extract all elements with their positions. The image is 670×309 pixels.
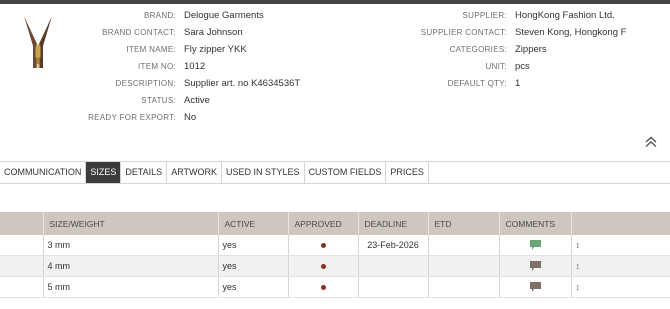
comment-bubble-icon[interactable] xyxy=(529,282,541,293)
approved-dot-icon xyxy=(320,263,326,269)
chevron-double-up-icon[interactable] xyxy=(644,135,658,149)
sort-arrows-icon[interactable]: ↕ xyxy=(576,282,581,292)
column-header-actions xyxy=(571,212,670,235)
sizes-table: SIZE/WEIGHT ACTIVE APPROVED DEADLINE ETD… xyxy=(0,212,670,298)
field-label: BRAND CONTACT: xyxy=(102,28,176,37)
table-row[interactable]: 3 mm yes 23-Feb-2026 ↕ xyxy=(0,235,670,256)
approved-cell xyxy=(288,276,359,298)
zipper-thumbnail xyxy=(24,16,52,68)
column-header-deadline[interactable]: DEADLINE xyxy=(358,212,429,235)
sort-cell: ↕ xyxy=(571,235,670,256)
approved-dot-icon xyxy=(320,242,326,248)
sort-arrows-icon[interactable]: ↕ xyxy=(576,261,581,271)
comments-cell xyxy=(499,276,572,298)
table-row[interactable]: 4 mm yes ↕ xyxy=(0,255,670,277)
deadline-cell: 23-Feb-2026 xyxy=(358,235,429,256)
comments-cell xyxy=(499,255,572,277)
table-row[interactable]: 5 mm yes ↕ xyxy=(0,276,670,298)
sort-cell: ↕ xyxy=(571,276,670,298)
column-header-comments[interactable]: COMMENTS xyxy=(499,212,572,235)
comment-bubble-icon[interactable] xyxy=(529,240,541,251)
deadline-cell xyxy=(358,276,429,298)
field-value: pcs xyxy=(515,61,530,72)
comments-cell xyxy=(499,235,572,256)
approved-cell xyxy=(288,255,359,277)
field-value: HongKong Fashion Ltd. xyxy=(515,10,615,21)
size-cell: 4 mm xyxy=(43,255,219,277)
row-select-cell[interactable] xyxy=(0,235,44,256)
field-label: ITEM NAME: xyxy=(126,45,176,54)
field-label: CATEGORIES: xyxy=(449,45,507,54)
column-header-size-weight[interactable]: SIZE/WEIGHT xyxy=(43,212,219,235)
tab-bar: COMMUNICATION SIZES DETAILS ARTWORK USED IN … xyxy=(0,161,670,184)
column-header-etd[interactable]: ETD xyxy=(428,212,500,235)
column-header-active[interactable]: ACTIVE xyxy=(218,212,289,235)
tab-communication[interactable]: COMMUNICATION xyxy=(0,162,87,183)
comment-bubble-icon[interactable] xyxy=(529,261,541,272)
table-header-row: SIZE/WEIGHT ACTIVE APPROVED DEADLINE ETD… xyxy=(0,212,670,235)
sort-arrows-icon[interactable]: ↕ xyxy=(576,240,581,250)
column-header-approved[interactable]: APPROVED xyxy=(288,212,359,235)
tab-sizes[interactable]: SIZES xyxy=(86,162,122,183)
field-label: DEFAULT QTY: xyxy=(447,79,507,88)
field-label: STATUS: xyxy=(141,96,176,105)
field-label: UNIT: xyxy=(485,62,507,71)
field-value: 1012 xyxy=(184,61,206,72)
field-value: No xyxy=(184,112,197,123)
approved-cell xyxy=(288,235,359,256)
tab-details[interactable]: DETAILS xyxy=(121,162,168,183)
field-label: BRAND: xyxy=(143,11,176,20)
row-select-cell[interactable] xyxy=(0,276,44,298)
column-header-select xyxy=(0,212,44,235)
etd-cell xyxy=(428,235,500,256)
field-value: Supplier art. no K4634536T xyxy=(184,78,301,89)
field-value: Sara Johnson xyxy=(184,27,243,38)
field-value: Fly zipper YKK xyxy=(184,44,247,55)
field-value: 1 xyxy=(515,78,521,89)
sort-cell: ↕ xyxy=(571,255,670,277)
field-value: Zippers xyxy=(515,44,547,55)
field-value: Active xyxy=(184,95,210,106)
active-cell: yes xyxy=(218,235,289,256)
tab-used-in-styles[interactable]: USED IN STYLES xyxy=(222,162,305,183)
approved-dot-icon xyxy=(320,284,326,290)
size-cell: 3 mm xyxy=(43,235,219,256)
tab-prices[interactable]: PRICES xyxy=(386,162,429,183)
field-label: ITEM NO: xyxy=(138,62,176,71)
field-label: DESCRIPTION: xyxy=(115,79,176,88)
top-bar xyxy=(0,0,670,4)
field-label: READY FOR EXPORT: xyxy=(88,113,176,122)
deadline-cell xyxy=(358,255,429,277)
active-cell: yes xyxy=(218,276,289,298)
field-value: Steven Kong, Hongkong F xyxy=(515,27,627,38)
field-label: SUPPLIER CONTACT: xyxy=(420,28,507,37)
field-value: Delogue Garments xyxy=(184,10,264,21)
active-cell: yes xyxy=(218,255,289,277)
tab-artwork[interactable]: ARTWORK xyxy=(167,162,223,183)
etd-cell xyxy=(428,276,500,298)
tab-custom-fields[interactable]: CUSTOM FIELDS xyxy=(305,162,387,183)
size-cell: 5 mm xyxy=(43,276,219,298)
row-select-cell[interactable] xyxy=(0,255,44,277)
field-label: SUPPLIER: xyxy=(462,11,507,20)
etd-cell xyxy=(428,255,500,277)
